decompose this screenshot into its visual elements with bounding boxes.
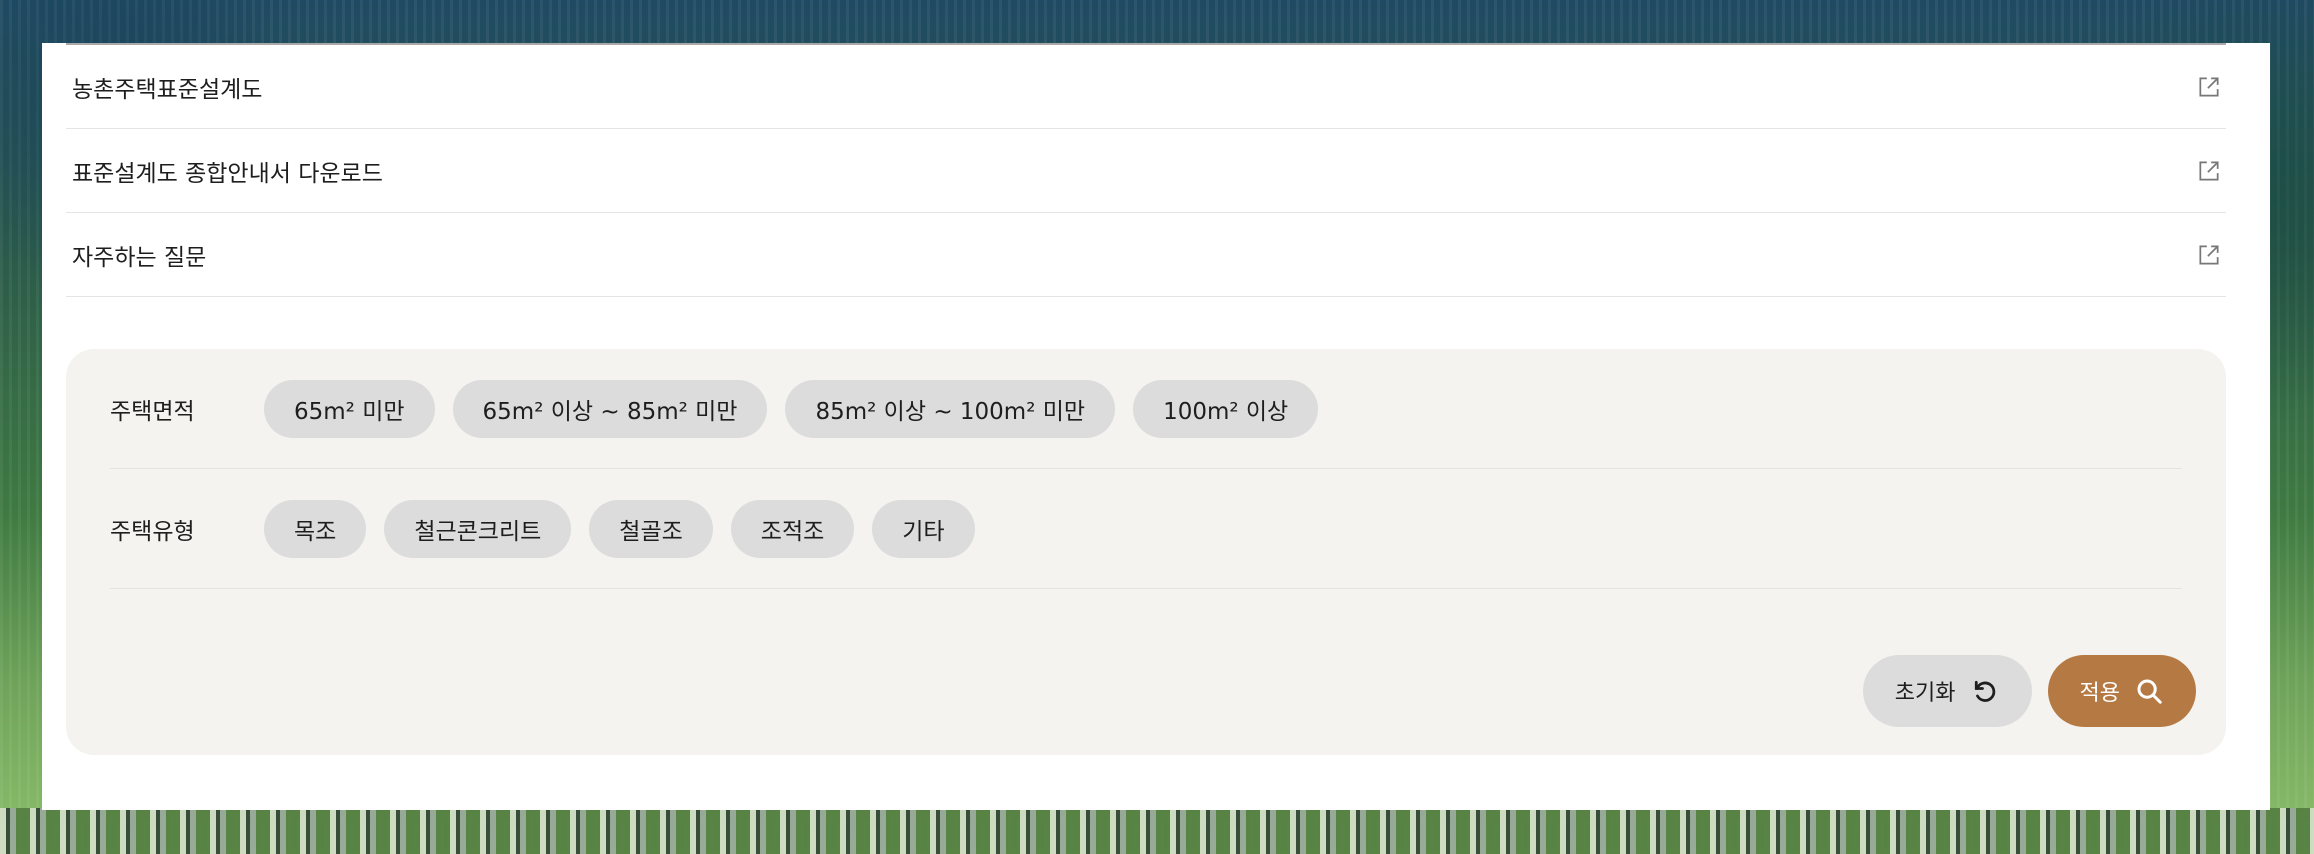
chip-group-area: 65m² 미만 65m² 이상 ~ 85m² 미만 85m² 이상 ~ 100m… [264, 379, 1319, 438]
external-link-icon [2199, 160, 2219, 181]
reset-button-label: 초기화 [1894, 681, 1956, 706]
chip-type-masonry[interactable]: 조적조 [730, 499, 855, 558]
link-label: 자주하는 질문 [72, 244, 207, 271]
chip-type-wood[interactable]: 목조 [264, 499, 367, 558]
filter-row-area: 주택면적 65m² 미만 65m² 이상 ~ 85m² 미만 85m² 이상 ~… [110, 349, 2182, 469]
chip-type-reinforced-concrete[interactable]: 철근콘크리트 [384, 499, 572, 558]
filter-panel: 주택면적 65m² 미만 65m² 이상 ~ 85m² 미만 85m² 이상 ~… [66, 349, 2226, 755]
chip-type-other[interactable]: 기타 [872, 499, 975, 558]
chip-area-85-100[interactable]: 85m² 이상 ~ 100m² 미만 [785, 379, 1116, 438]
chip-area-under-65[interactable]: 65m² 미만 [264, 379, 435, 438]
link-guide-download[interactable]: 표준설계도 종합안내서 다운로드 [66, 129, 2226, 213]
chip-area-over-100[interactable]: 100m² 이상 [1133, 379, 1319, 438]
link-standard-design[interactable]: 농촌주택표준설계도 [66, 45, 2226, 129]
apply-button-label: 적용 [2079, 681, 2120, 706]
link-faq[interactable]: 자주하는 질문 [66, 213, 2226, 297]
filter-row-type: 주택유형 목조 철근콘크리트 철골조 조적조 기타 [110, 469, 2182, 589]
reset-button[interactable]: 초기화 [1862, 655, 2032, 727]
link-label: 표준설계도 종합안내서 다운로드 [72, 160, 383, 187]
chip-area-65-85[interactable]: 65m² 이상 ~ 85m² 미만 [452, 379, 768, 438]
apply-button[interactable]: 적용 [2047, 655, 2196, 727]
filter-label-type: 주택유형 [110, 518, 195, 545]
link-label: 농촌주택표준설계도 [72, 76, 263, 103]
refresh-icon [1974, 680, 1995, 702]
search-icon [2137, 679, 2162, 704]
filter-actions: 초기화 적용 [1862, 655, 2196, 727]
chip-type-steel[interactable]: 철골조 [589, 499, 713, 558]
chip-group-type: 목조 철근콘크리트 철골조 조적조 기타 [264, 499, 975, 558]
link-list: 농촌주택표준설계도 표준설계도 종합안내서 다운로드 자주하는 질문 [66, 43, 2226, 297]
background-photo-strip [0, 808, 2314, 854]
filter-label-area: 주택면적 [110, 398, 195, 425]
external-link-icon [2199, 244, 2219, 265]
external-link-icon [2199, 76, 2219, 97]
